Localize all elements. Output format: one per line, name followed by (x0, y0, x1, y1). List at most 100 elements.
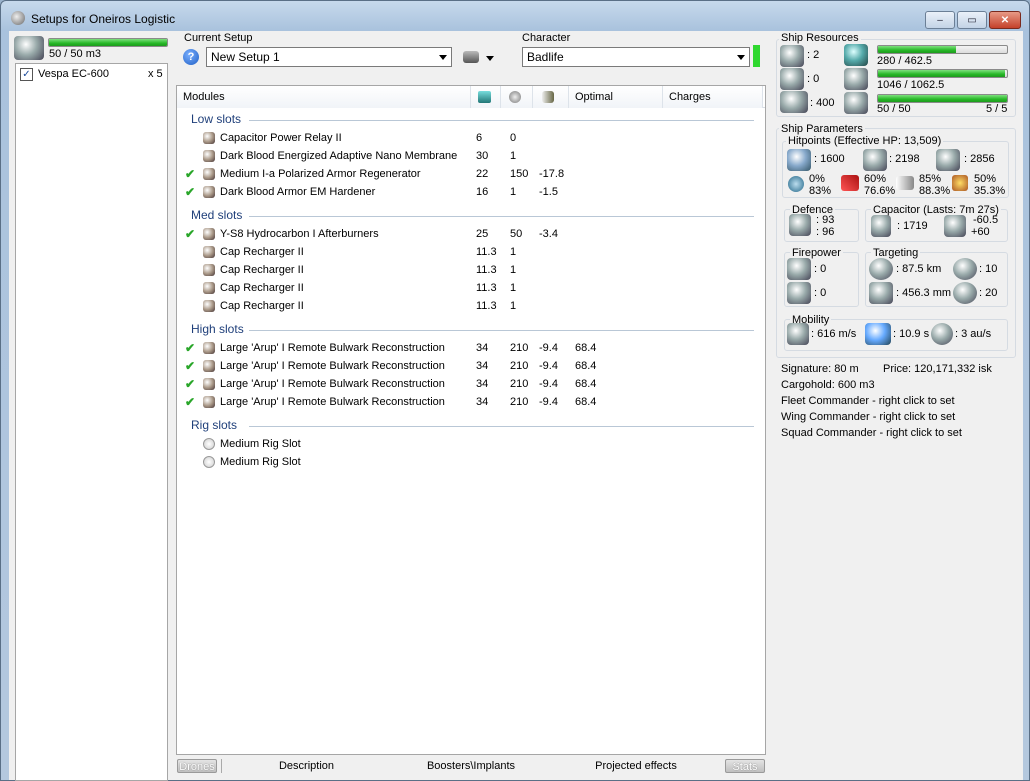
tab-description[interactable]: Description (221, 759, 391, 773)
active-check-icon[interactable]: ✔ (185, 183, 195, 201)
explosive-resist-icon (952, 175, 968, 191)
col-cpu[interactable] (471, 86, 501, 108)
chevron-down-icon[interactable] (486, 56, 494, 61)
section-divider (249, 426, 754, 427)
main-window: Setups for Oneiros Logistic – ▭ ✕ 50 / 5… (0, 0, 1030, 781)
module-optimal: 68.4 (575, 342, 597, 354)
module-list[interactable]: Modules Optimal Charges Low slots Capacit… (176, 85, 766, 755)
cargo-icon (14, 36, 44, 60)
maximize-button[interactable]: ▭ (957, 11, 987, 29)
list-item[interactable]: ✔ Large 'Arup' I Remote Bulwark Reconstru… (185, 375, 765, 393)
drone-name: Vespa EC-600 (38, 68, 109, 80)
list-item[interactable]: Cap Recharger II 11.3 1 (185, 243, 765, 261)
active-check-icon[interactable]: ✔ (185, 165, 195, 183)
drone-list[interactable]: ✓ Vespa EC-600 x 5 (15, 63, 168, 781)
list-item[interactable]: ✔ Large 'Arup' I Remote Bulwark Reconstru… (185, 357, 765, 375)
max-targets: : 10 (979, 263, 998, 275)
module-name: Large 'Arup' I Remote Bulwark Reconstruc… (220, 396, 445, 408)
drone-bay-icon (844, 92, 868, 114)
tab-drones[interactable]: Drones (177, 759, 217, 773)
active-check-icon[interactable]: ✔ (185, 393, 195, 411)
module-name: Medium Rig Slot (220, 456, 301, 468)
tab-boosters-implants[interactable]: Boosters\Implants (391, 759, 551, 773)
module-icon (203, 378, 215, 390)
missile-dps-icon (787, 282, 811, 304)
module-cpu: 34 (476, 342, 489, 354)
module-icon (203, 300, 215, 312)
col-modules[interactable]: Modules (177, 86, 471, 108)
active-check-icon[interactable]: ✔ (185, 375, 195, 393)
ship-menu-icon[interactable] (463, 51, 479, 63)
module-powergrid: 1 (510, 300, 517, 312)
kinetic-resist-a: 85% (919, 173, 942, 185)
col-optimal[interactable]: Optimal (569, 86, 663, 108)
active-check-icon[interactable]: ✔ (185, 225, 195, 243)
list-item[interactable]: Medium Rig Slot (185, 453, 765, 471)
list-item[interactable]: Cap Recharger II 11.3 1 (185, 261, 765, 279)
module-cpu: 34 (476, 360, 489, 372)
wing-commander[interactable]: Wing Commander - right click to set (781, 411, 955, 423)
list-item[interactable]: Cap Recharger II 11.3 1 (185, 297, 765, 315)
powergrid-value: 1046 / 1062.5 (877, 79, 945, 91)
powergrid-bar (877, 69, 1008, 78)
ship-resources-label: Ship Resources (779, 32, 861, 44)
ship-parameters-label: Ship Parameters (779, 123, 865, 135)
list-item[interactable]: ✔ Medium I-a Polarized Armor Regenerator 2… (185, 165, 765, 183)
module-powergrid: 210 (510, 360, 529, 372)
thermal-resist-a: 60% (864, 173, 887, 185)
hitpoints-label: Hitpoints (Effective HP: 13,509) (786, 135, 944, 147)
drone-checkbox[interactable]: ✓ (20, 68, 33, 81)
character-dropdown[interactable]: Badlife (522, 47, 750, 67)
list-item[interactable]: ✓ Vespa EC-600 x 5 (19, 67, 165, 83)
setup-dropdown[interactable]: New Setup 1 (206, 47, 452, 67)
active-check-icon[interactable]: ✔ (185, 339, 195, 357)
capacitor-icon (542, 91, 554, 103)
module-powergrid: 1 (510, 186, 517, 198)
tab-stats[interactable]: Stats (725, 759, 765, 773)
explosive-resist-a: 50% (974, 173, 997, 185)
list-item[interactable]: ✔ Large 'Arup' I Remote Bulwark Reconstru… (185, 339, 765, 357)
module-icon (203, 360, 215, 372)
section-divider (249, 216, 754, 217)
setup-value: New Setup 1 (211, 50, 280, 64)
module-name: Cap Recharger II (220, 264, 304, 276)
module-cpu: 34 (476, 396, 489, 408)
list-item[interactable]: Dark Blood Energized Adaptive Nano Membr… (185, 147, 765, 165)
explosive-resist-b: 35.3% (974, 185, 1006, 197)
module-cpu: 22 (476, 168, 489, 180)
speed-icon (787, 323, 809, 345)
minimize-button[interactable]: – (925, 11, 955, 29)
active-check-icon[interactable]: ✔ (185, 357, 195, 375)
close-button[interactable]: ✕ (989, 11, 1021, 29)
turret-dps-icon (787, 258, 811, 280)
list-item[interactable]: ✔ Large 'Arup' I Remote Bulwark Reconstru… (185, 393, 765, 411)
module-powergrid: 1 (510, 246, 517, 258)
module-powergrid: 1 (510, 282, 517, 294)
character-label: Character (522, 32, 571, 44)
section-title: High slots (191, 322, 244, 336)
title-bar[interactable]: Setups for Oneiros Logistic – ▭ ✕ (1, 1, 1029, 33)
tab-projected-effects[interactable]: Projected effects (551, 759, 721, 773)
module-powergrid: 0 (510, 132, 517, 144)
list-item[interactable]: ✔ Y-S8 Hydrocarbon I Afterburners 25 50 -3.4 (185, 225, 765, 243)
module-icon (203, 438, 215, 450)
module-header: Modules Optimal Charges (177, 86, 765, 108)
list-item[interactable]: Capacitor Power Relay II 6 0 (185, 129, 765, 147)
col-powergrid[interactable] (501, 86, 533, 108)
help-icon[interactable]: ? (183, 49, 199, 65)
cpu-value: 280 / 462.5 (877, 55, 933, 67)
fleet-commander[interactable]: Fleet Commander - right click to set (781, 395, 955, 407)
list-item[interactable]: Cap Recharger II 11.3 1 (185, 279, 765, 297)
col-charges[interactable]: Charges (663, 86, 763, 108)
squad-commander[interactable]: Squad Commander - right click to set (781, 427, 962, 439)
module-powergrid: 1 (510, 150, 517, 162)
powergrid-icon (509, 91, 521, 103)
col-capacitor[interactable] (533, 86, 569, 108)
firepower-value-1: : 0 (814, 263, 827, 275)
module-name: Dark Blood Energized Adaptive Nano Membr… (220, 150, 458, 162)
chevron-down-icon (737, 55, 745, 60)
hull-icon (936, 149, 960, 171)
list-item[interactable]: Medium Rig Slot (185, 435, 765, 453)
list-item[interactable]: ✔ Dark Blood Armor EM Hardener 16 1 -1.5 (185, 183, 765, 201)
armor-hp: : 2198 (889, 153, 920, 165)
